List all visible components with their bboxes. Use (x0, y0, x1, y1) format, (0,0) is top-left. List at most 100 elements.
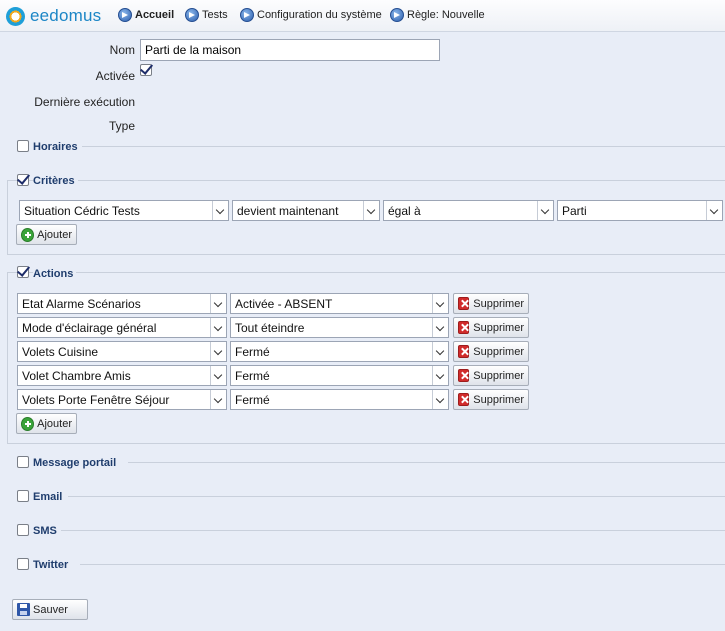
sms-title: SMS (33, 525, 57, 537)
select-value: Volets Porte Fenêtre Séjour (22, 393, 170, 407)
action-device-select[interactable]: Volet Chambre Amis (17, 365, 227, 386)
action-value-select[interactable]: Tout éteindre (230, 317, 449, 338)
actions-ajouter-button[interactable]: Ajouter (16, 413, 77, 434)
select-value: devient maintenant (237, 204, 339, 218)
action-device-select[interactable]: Volets Cuisine (17, 341, 227, 362)
eedomus-logo[interactable]: eedomus (6, 6, 101, 26)
select-value: Volet Chambre Amis (22, 369, 131, 383)
action-value-select[interactable]: Fermé (230, 389, 449, 410)
criteres-checkbox[interactable] (17, 174, 29, 186)
action-value-select[interactable]: Fermé (230, 341, 449, 362)
critere-value-select[interactable]: Parti (557, 200, 723, 221)
twitter-separator (80, 564, 725, 565)
select-value: Mode d'éclairage général (22, 321, 157, 335)
critere-operator-select[interactable]: égal à (383, 200, 554, 221)
chevron-down-icon (432, 294, 448, 313)
plus-icon (21, 416, 35, 431)
select-value: Etat Alarme Scénarios (22, 297, 141, 311)
button-label: Ajouter (37, 417, 72, 430)
delete-icon (458, 393, 470, 406)
select-value: Volets Cuisine (22, 345, 99, 359)
select-value: Fermé (235, 345, 270, 359)
delete-icon (458, 297, 470, 310)
nom-input[interactable] (140, 39, 440, 61)
button-label: Supprimer (473, 297, 524, 310)
chevron-down-icon (432, 366, 448, 385)
nav-regle[interactable]: Règle: Nouvelle (390, 8, 485, 22)
nav-label: Règle: Nouvelle (407, 9, 485, 21)
chevron-down-icon (210, 294, 226, 313)
email-checkbox[interactable] (17, 490, 29, 502)
critere-change-select[interactable]: devient maintenant (232, 200, 380, 221)
supprimer-button[interactable]: Supprimer (453, 317, 529, 338)
logo-icon (6, 6, 25, 26)
button-label: Supprimer (473, 369, 524, 382)
chevron-down-icon (210, 342, 226, 361)
chevron-down-icon (432, 318, 448, 337)
email-title: Email (33, 491, 63, 503)
action-device-select[interactable]: Etat Alarme Scénarios (17, 293, 227, 314)
logo-text: eedomus (30, 6, 102, 25)
activee-label: Activée (95, 69, 135, 83)
action-device-select[interactable]: Volets Porte Fenêtre Séjour (17, 389, 227, 410)
chevron-down-icon (706, 201, 722, 220)
supprimer-button[interactable]: Supprimer (453, 341, 529, 362)
select-value: Tout éteindre (235, 321, 305, 335)
message-separator (128, 462, 725, 463)
chevron-down-icon (537, 201, 553, 220)
derniere-execution-label: Dernière exécution (34, 95, 135, 109)
horaires-checkbox[interactable] (17, 140, 29, 152)
delete-icon (458, 345, 470, 358)
delete-icon (458, 369, 470, 382)
email-separator (68, 496, 725, 497)
arrow-circle-icon (185, 8, 199, 22)
chevron-down-icon (212, 201, 228, 220)
chevron-down-icon (210, 318, 226, 337)
horaires-title: Horaires (33, 141, 78, 153)
action-value-select[interactable]: Fermé (230, 365, 449, 386)
nav-label: Tests (202, 9, 228, 21)
activee-checkbox[interactable] (140, 64, 152, 76)
message-portail-checkbox[interactable] (17, 456, 29, 468)
arrow-circle-icon (240, 8, 254, 22)
plus-icon (21, 227, 35, 242)
action-value-select[interactable]: Activée - ABSENT (230, 293, 449, 314)
action-device-select[interactable]: Mode d'éclairage général (17, 317, 227, 338)
criteres-title: Critères (33, 175, 78, 187)
chevron-down-icon (210, 390, 226, 409)
chevron-down-icon (432, 342, 448, 361)
supprimer-button[interactable]: Supprimer (453, 365, 529, 386)
message-portail-title: Message portail (33, 457, 117, 469)
select-value: Fermé (235, 369, 270, 383)
horaires-separator (82, 146, 725, 147)
delete-icon (458, 321, 470, 334)
nav-tests[interactable]: Tests (185, 8, 228, 22)
actions-checkbox[interactable] (17, 266, 29, 278)
sauver-button[interactable]: Sauver (12, 599, 88, 620)
select-value: Activée - ABSENT (235, 297, 333, 311)
select-value: Fermé (235, 393, 270, 407)
select-value: Parti (562, 204, 587, 218)
actions-title: Actions (33, 268, 77, 280)
select-value: égal à (388, 204, 421, 218)
criteres-ajouter-button[interactable]: Ajouter (16, 224, 77, 245)
button-label: Ajouter (37, 228, 72, 241)
nav-accueil[interactable]: Accueil (118, 8, 174, 22)
chevron-down-icon (432, 390, 448, 409)
button-label: Sauver (33, 603, 68, 616)
supprimer-button[interactable]: Supprimer (453, 389, 529, 410)
sms-checkbox[interactable] (17, 524, 29, 536)
nav-label: Accueil (135, 9, 175, 21)
sms-separator (61, 530, 725, 531)
button-label: Supprimer (473, 321, 524, 334)
arrow-circle-icon (390, 8, 404, 22)
critere-device-select[interactable]: Situation Cédric Tests (19, 200, 229, 221)
supprimer-button[interactable]: Supprimer (453, 293, 529, 314)
twitter-checkbox[interactable] (17, 558, 29, 570)
nav-configuration[interactable]: Configuration du système (240, 8, 382, 22)
nom-label: Nom (109, 43, 135, 57)
select-value: Situation Cédric Tests (24, 204, 140, 218)
type-label: Type (108, 119, 135, 133)
chevron-down-icon (210, 366, 226, 385)
top-navigation-bar: eedomus Accueil Tests Configuration du s… (0, 0, 725, 32)
